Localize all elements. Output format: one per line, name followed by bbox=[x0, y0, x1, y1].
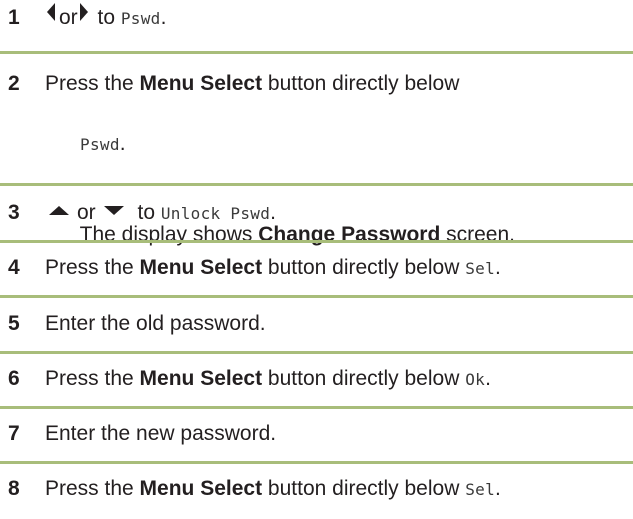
divider bbox=[0, 461, 633, 464]
up-arrow-icon bbox=[49, 206, 69, 215]
step-8: 8 Press the Menu Select button directly … bbox=[0, 474, 633, 505]
divider bbox=[0, 406, 633, 409]
step-text: Press the bbox=[45, 72, 140, 95]
step-text: Enter the new password. bbox=[45, 422, 277, 445]
left-arrow-icon bbox=[47, 3, 55, 21]
procedure-steps: 1 or to Pswd. 2 Press the Menu Select bu… bbox=[0, 0, 633, 519]
step-number: 7 bbox=[8, 422, 20, 445]
step-6: 6 Press the Menu Select button directly … bbox=[0, 364, 633, 395]
or-text: or bbox=[59, 6, 78, 29]
right-arrow-icon bbox=[79, 3, 88, 21]
step-number: 5 bbox=[8, 312, 20, 335]
or-text: or bbox=[77, 201, 96, 224]
step-text: Press the bbox=[45, 256, 140, 279]
display-code: Sel bbox=[465, 480, 496, 499]
display-code: Ok bbox=[465, 370, 486, 389]
step-number: 2 bbox=[8, 72, 20, 95]
menu-select-label: Menu Select bbox=[139, 477, 263, 500]
period: . bbox=[485, 367, 491, 390]
divider bbox=[0, 51, 633, 54]
menu-select-label: Menu Select bbox=[139, 256, 263, 279]
step-number: 4 bbox=[8, 256, 20, 279]
step-text: button directly below bbox=[262, 477, 466, 500]
step-5: 5 Enter the old password. bbox=[0, 309, 633, 339]
period: . bbox=[495, 256, 501, 279]
step-number: 8 bbox=[8, 477, 20, 500]
step-number: 3 bbox=[8, 201, 20, 224]
display-code: Pswd bbox=[80, 135, 120, 154]
step-2: 2 Press the Menu Select button directly … bbox=[0, 69, 633, 280]
step-text: button directly below bbox=[262, 72, 460, 95]
period: . bbox=[119, 132, 126, 155]
step-7: 7 Enter the new password. bbox=[0, 419, 633, 449]
step-number: 6 bbox=[8, 367, 20, 390]
divider bbox=[0, 240, 633, 243]
step-text: Press the bbox=[45, 477, 140, 500]
period: . bbox=[495, 477, 501, 500]
divider bbox=[0, 351, 633, 354]
down-arrow-icon bbox=[103, 206, 124, 215]
step-text: Enter the old password. bbox=[45, 312, 266, 335]
to-text: to bbox=[131, 201, 161, 224]
step-3: 3 or to Unlock Pswd. bbox=[0, 198, 633, 229]
step-text: button directly below bbox=[262, 256, 466, 279]
display-code: Unlock Pswd bbox=[160, 204, 271, 223]
period: . bbox=[160, 6, 167, 29]
period: . bbox=[270, 201, 276, 224]
step-number: 1 bbox=[8, 6, 20, 29]
display-code: Pswd bbox=[120, 9, 161, 28]
to-text: to bbox=[91, 6, 121, 29]
step-text: button directly below bbox=[262, 367, 466, 390]
step-4: 4 Press the Menu Select button directly … bbox=[0, 253, 633, 284]
divider bbox=[0, 295, 633, 298]
step-text: Press the bbox=[45, 367, 140, 390]
menu-select-label: Menu Select bbox=[139, 367, 263, 390]
menu-select-label: Menu Select bbox=[139, 72, 263, 95]
display-code: Sel bbox=[465, 259, 496, 278]
step-1: 1 or to Pswd. bbox=[0, 3, 633, 34]
divider bbox=[0, 183, 633, 186]
